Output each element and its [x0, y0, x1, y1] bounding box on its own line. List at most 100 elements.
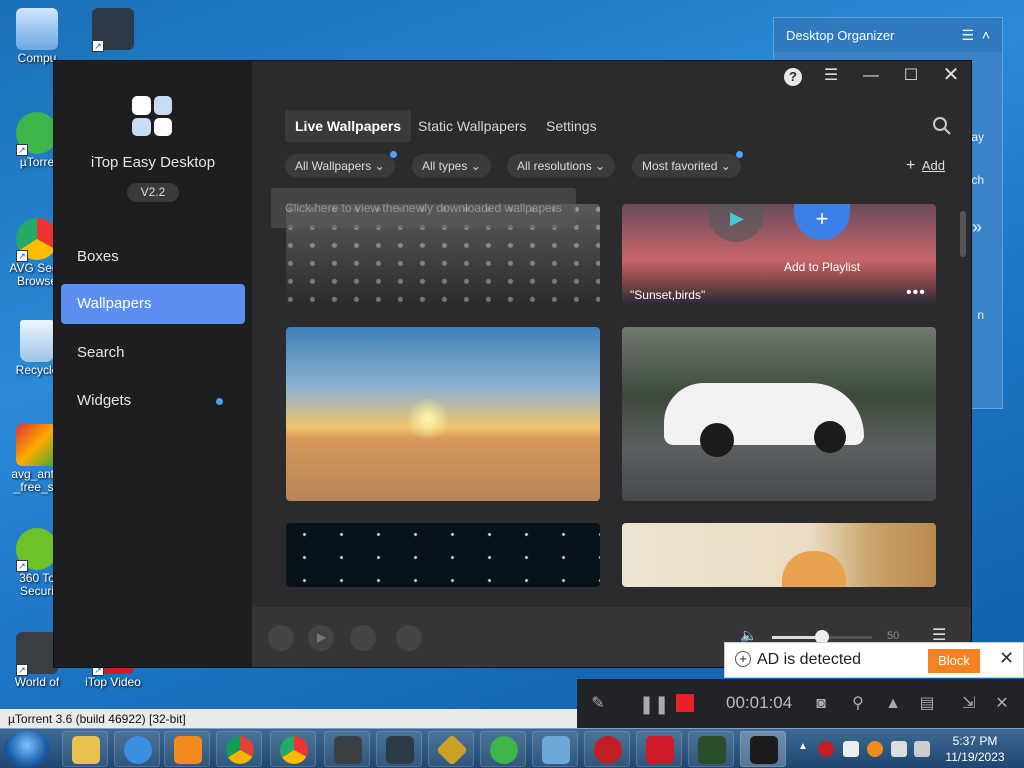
chevron-down-icon: ⌄: [470, 159, 481, 173]
itop-easy-desktop-icon: [750, 736, 778, 764]
recycle-bin-icon: [20, 320, 54, 362]
filter-label: All Wallpapers: [295, 159, 372, 173]
notification-dot: [735, 151, 743, 158]
pen-icon[interactable]: ✎: [587, 693, 609, 715]
plus-icon: +: [815, 206, 829, 231]
wallpaper-thumb-kitten[interactable]: [622, 523, 936, 587]
organizer-header: Desktop Organizer ☰ ˄: [774, 18, 1002, 52]
loop-button[interactable]: [396, 625, 422, 651]
close-ad-icon[interactable]: ✕: [999, 648, 1014, 669]
filter-all-resolutions[interactable]: All resolutions ⌄: [507, 154, 616, 178]
taskbar-explorer[interactable]: [62, 731, 108, 767]
taskbar-ie[interactable]: [114, 731, 160, 767]
game-center-icon: [436, 734, 468, 766]
wallpaper-thumb-sunset-birds[interactable]: ▶ + Add to Playlist "Sunset,birds" •••: [622, 204, 936, 304]
taskbar-world-of-tanks[interactable]: [324, 731, 370, 767]
shortcut-arrow-icon: ↗: [92, 40, 104, 52]
plus-icon: +: [906, 157, 916, 174]
taskbar: ▲ 5:37 PM 11/19/2023: [0, 728, 1024, 768]
close-recorder-icon[interactable]: ✕: [991, 693, 1013, 715]
stars: [286, 523, 600, 587]
avg-browser-icon: ↗: [16, 218, 58, 262]
taskbar-world-of-warships[interactable]: [376, 731, 422, 767]
warships-icon: [386, 736, 414, 764]
tray-app-icon[interactable]: [867, 741, 883, 757]
block-button[interactable]: Block: [928, 649, 980, 673]
search-button[interactable]: [932, 116, 954, 138]
organizer-controls[interactable]: ☰ ˄: [961, 27, 990, 44]
tray-iobit-icon[interactable]: [818, 741, 834, 757]
notification-dot: [216, 398, 223, 405]
search-icon: [933, 117, 951, 135]
taskbar-media-player[interactable]: [164, 731, 210, 767]
screen-recorder-bar: ✎ ❚❚ 00:01:04 ◙ ⚲ ▲ ▤ ⇲ ✕: [577, 679, 1024, 728]
folder-icon: [72, 736, 100, 764]
organizer-expand-icon[interactable]: »: [972, 217, 982, 238]
taskbar-screen-recorder[interactable]: [636, 731, 682, 767]
add-to-playlist-button[interactable]: +: [794, 204, 850, 240]
help-button[interactable]: ?: [781, 65, 805, 89]
shortcut-arrow-icon: ↗: [16, 664, 28, 676]
tray-expand-icon[interactable]: ▲: [798, 741, 808, 752]
filter-label: All resolutions: [517, 159, 592, 173]
hamburger-icon: ☰: [823, 67, 839, 84]
filter-all-types[interactable]: All types ⌄: [412, 154, 491, 178]
minimize-recorder-icon[interactable]: ⇲: [958, 693, 980, 715]
taskbar-iobit[interactable]: [584, 731, 630, 767]
wallpaper-thumb-desert-sunset[interactable]: [286, 327, 600, 501]
nav-item-boxes[interactable]: Boxes: [61, 237, 245, 277]
tray-volume-icon[interactable]: [914, 741, 930, 757]
taskbar-control-panel[interactable]: [532, 731, 578, 767]
play-icon: ▶: [317, 630, 327, 644]
tab-static-wallpapers[interactable]: Static Wallpapers: [408, 110, 536, 142]
more-options-icon[interactable]: •••: [906, 284, 926, 302]
nav-item-wallpapers[interactable]: Wallpapers: [61, 284, 245, 324]
desktop-icon-computer[interactable]: Compu: [4, 8, 70, 65]
next-button[interactable]: [350, 625, 376, 651]
desktop-icon-world-of-warships[interactable]: ↗: [80, 8, 146, 52]
filter-all-wallpapers[interactable]: All Wallpapers ⌄: [285, 151, 397, 178]
taskbar-chrome[interactable]: [216, 731, 262, 767]
taskbar-monitor[interactable]: [688, 731, 734, 767]
new-downloads-tooltip: Click here to view the newly downloaded …: [271, 188, 576, 228]
tray-flag-icon[interactable]: [843, 741, 859, 757]
stop-icon[interactable]: [676, 694, 694, 712]
wallpaper-thumb-white-sportscar[interactable]: [622, 327, 936, 501]
taskbar-itop-easy-desktop[interactable]: [740, 731, 786, 767]
taskbar-avg-browser[interactable]: [270, 731, 316, 767]
utorrent-icon: ↗: [16, 112, 58, 156]
menu-button[interactable]: ☰: [819, 64, 843, 88]
nav-item-search[interactable]: Search: [61, 333, 245, 373]
world-of-tanks-icon: ↗: [16, 632, 58, 676]
taskbar-utorrent[interactable]: [480, 731, 526, 767]
ad-detected-text: AD is detected: [757, 651, 862, 668]
comment-icon[interactable]: ▤: [916, 693, 938, 715]
shortcut-arrow-icon: ↗: [16, 144, 28, 156]
question-icon: ?: [784, 68, 802, 86]
tab-live-wallpapers[interactable]: Live Wallpapers: [285, 110, 412, 142]
taskbar-game-center[interactable]: [428, 731, 474, 767]
play-button[interactable]: ▶: [308, 625, 334, 651]
close-button[interactable]: ✕: [939, 63, 963, 87]
start-button[interactable]: [4, 731, 50, 767]
wallpaper-thumb-starry-night[interactable]: [286, 523, 600, 587]
tab-settings[interactable]: Settings: [536, 110, 607, 142]
sun: [406, 397, 450, 441]
cursor-effect-icon[interactable]: ▲: [882, 693, 904, 715]
add-button[interactable]: + Add: [906, 157, 945, 175]
filter-most-favorited[interactable]: Most favorited ⌄: [632, 151, 743, 178]
zoom-icon[interactable]: ⚲: [847, 693, 869, 715]
maximize-button[interactable]: ☐: [899, 64, 923, 88]
recording-timer: 00:01:04: [726, 693, 793, 712]
volume-slider[interactable]: [772, 630, 872, 644]
pause-icon[interactable]: ❚❚: [639, 693, 669, 715]
preview-button[interactable]: ▶: [708, 204, 764, 242]
camera-icon[interactable]: ◙: [810, 693, 832, 715]
system-clock[interactable]: 5:37 PM 11/19/2023: [940, 733, 1010, 765]
minimize-button[interactable]: —: [859, 64, 883, 88]
tray-network-icon[interactable]: [891, 741, 907, 757]
nav-item-widgets[interactable]: Widgets: [61, 381, 245, 421]
previous-button[interactable]: [268, 625, 294, 651]
nav-label: Widgets: [77, 392, 132, 409]
scrollbar-thumb[interactable]: [960, 211, 966, 257]
